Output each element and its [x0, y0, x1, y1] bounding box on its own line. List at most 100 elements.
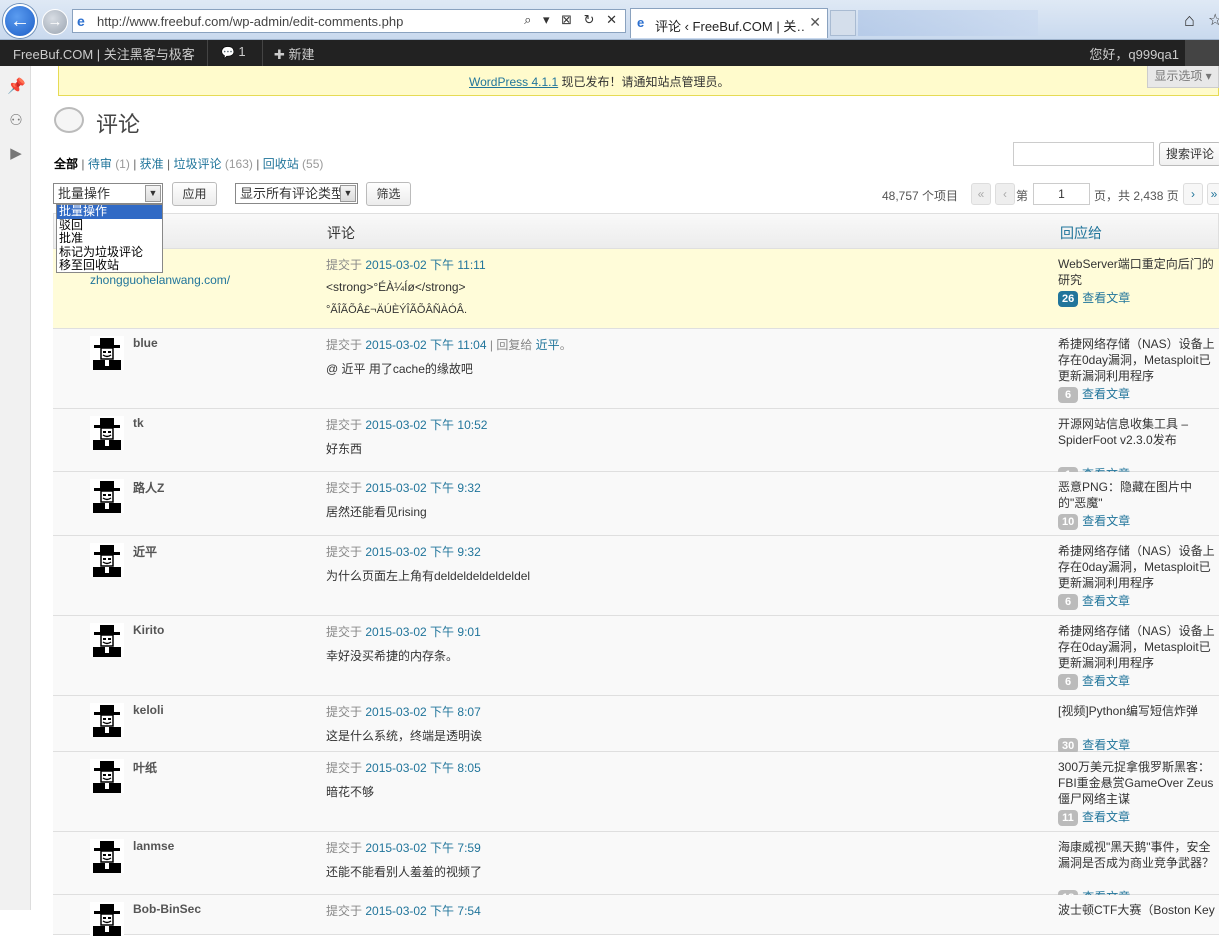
comment-count-badge[interactable]: 6 [1058, 387, 1078, 403]
response-post-title[interactable]: 希捷网络存储（NAS）设备上存在0day漏洞，Metasploit已更新漏洞利用… [1058, 543, 1219, 591]
comment-date-link[interactable]: 2015-03-02 下午 7:59 [365, 841, 480, 855]
comments-link[interactable]: 💬 1 [221, 44, 246, 59]
new-link[interactable]: ✚ 新建 [274, 44, 315, 63]
response-post-title[interactable]: 海康威视"黑天鹅"事件，安全漏洞是否成为商业竞争武器？ [1058, 839, 1219, 871]
chevron-down-icon[interactable]: ▼ [340, 185, 356, 202]
dropdown-option[interactable]: 批量操作 [57, 204, 162, 219]
back-button[interactable]: ← [3, 4, 37, 38]
chevron-down-icon[interactable]: ▼ [145, 185, 161, 202]
comment-row: 近平 提交于 2015-03-02 下午 9:32 为什么页面左上角有deldeld… [53, 536, 1219, 616]
star-icon[interactable]: ☆ [1208, 10, 1219, 30]
search-input[interactable] [1013, 142, 1154, 166]
column-response[interactable]: 回应给 [1060, 223, 1102, 243]
filter-trash[interactable]: 回收站 [263, 157, 299, 171]
dropdown-option[interactable]: 驳回 [57, 218, 162, 233]
dropdown-option[interactable]: 批准 [57, 231, 162, 246]
response-post-title[interactable]: 300万美元捉拿俄罗斯黑客：FBI重金悬赏GameOver Zeus僵尸网络主谋 [1058, 759, 1219, 807]
comment-author[interactable]: 近平 [133, 543, 157, 560]
prev-page-button[interactable]: ‹ [995, 183, 1015, 205]
comment-count-badge[interactable]: 26 [1058, 291, 1079, 307]
comment-date-link[interactable]: 2015-03-02 下午 10:52 [365, 418, 487, 432]
view-post-link[interactable]: 查看文章 [1082, 387, 1130, 401]
response-post-title[interactable]: 希捷网络存储（NAS）设备上存在0day漏洞，Metasploit已更新漏洞利用… [1058, 623, 1219, 671]
comment-author[interactable]: keloli [133, 703, 164, 717]
view-post-link[interactable]: 查看文章 [1082, 291, 1130, 305]
close-icon[interactable]: ✕ [809, 14, 821, 31]
filter-pending[interactable]: 待审 [88, 157, 112, 171]
response-post-title[interactable]: 恶意PNG：隐藏在图片中的"恶魔" [1058, 479, 1219, 511]
greeting[interactable]: 您好，q999qa1 [1089, 44, 1179, 63]
comment-author[interactable]: blue [133, 336, 158, 350]
play-icon[interactable]: ▶ [7, 145, 25, 163]
comment-count-badge[interactable]: 6 [1058, 594, 1078, 610]
comment-count-badge[interactable]: 6 [1058, 674, 1078, 690]
view-post-link[interactable]: 查看文章 [1082, 674, 1130, 688]
dropdown-option[interactable]: 移至回收站 [57, 258, 162, 273]
page-label: 第 [1016, 189, 1029, 203]
submitted-on: 提交于 2015-03-02 下午 8:05 [326, 759, 481, 776]
forward-button[interactable]: → [42, 9, 68, 35]
address-tools-icons[interactable]: ⌕ ▾ ⊠ ↻ ✕ [524, 12, 621, 28]
comments-count: 1 [238, 44, 246, 59]
tab-comments[interactable]: e 评论 ‹ FreeBuf.COM | 关… ✕ [630, 8, 828, 38]
view-post-link[interactable]: 查看文章 [1082, 810, 1130, 824]
bulk-actions-select[interactable]: 批量操作 ▼ [53, 183, 163, 204]
apply-button[interactable]: 应用 [172, 182, 217, 206]
tab-blurred[interactable] [858, 10, 1038, 36]
comment-author[interactable]: lanmse [133, 839, 174, 853]
filter-approved[interactable]: 获准 [140, 157, 164, 171]
comment-count-badge[interactable]: 10 [1058, 514, 1079, 530]
view-post-link[interactable]: 查看文章 [1082, 594, 1130, 608]
filter-all[interactable]: 全部 [54, 157, 78, 171]
current-page-input[interactable]: 1 [1033, 183, 1090, 205]
comment-date-link[interactable]: 2015-03-02 下午 8:05 [365, 761, 480, 775]
address-bar[interactable]: e http://www.freebuf.com/wp-admin/edit-c… [72, 9, 626, 33]
first-page-button[interactable]: « [971, 183, 991, 205]
response-post-title[interactable]: 希捷网络存储（NAS）设备上存在0day漏洞，Metasploit已更新漏洞利用… [1058, 336, 1219, 384]
response-post-title[interactable]: WebServer端口重定向后门的研究 [1058, 256, 1219, 288]
next-page-button[interactable]: › [1183, 183, 1203, 205]
filter-sep: | [81, 157, 85, 171]
new-tab-button[interactable] [830, 10, 856, 36]
author-url[interactable]: zhongguohelanwang.com/ [90, 273, 230, 287]
comment-author[interactable]: Kirito [133, 623, 164, 637]
dropdown-option[interactable]: 标记为垃圾评论 [57, 245, 162, 260]
response-post-title[interactable]: [视频]Python编写短信炸弹 [1058, 703, 1219, 719]
comment-date-link[interactable]: 2015-03-02 下午 7:54 [365, 904, 480, 918]
filter-button[interactable]: 筛选 [366, 182, 411, 206]
pin-icon[interactable]: 📌 [7, 78, 26, 96]
address-url[interactable]: http://www.freebuf.com/wp-admin/edit-com… [97, 14, 403, 29]
response-post-title[interactable]: 波士顿CTF大赛（Boston Key [1058, 902, 1219, 918]
filter-spam[interactable]: 垃圾评论 [174, 157, 222, 171]
update-notice: WordPress 4.1.1 现已发布！请通知站点管理员。 [58, 66, 1219, 96]
avatar [90, 543, 124, 577]
reply-to-link[interactable]: 近平 [536, 338, 560, 352]
users-icon[interactable]: ⚇ [7, 112, 25, 130]
comment-date-link[interactable]: 2015-03-02 下午 11:04 [365, 338, 486, 352]
comment-count-badge[interactable]: 11 [1058, 810, 1078, 826]
comment-date-link[interactable]: 2015-03-02 下午 9:32 [365, 545, 480, 559]
comment-date-link[interactable]: 2015-03-02 下午 9:01 [365, 625, 480, 639]
comment-date-link[interactable]: 2015-03-02 下午 8:07 [365, 705, 480, 719]
submitted-prefix: 提交于 [326, 481, 366, 495]
view-post-link[interactable]: 查看文章 [1082, 514, 1130, 528]
notice-text: WordPress 4.1.1 现已发布！请通知站点管理员。 [469, 73, 730, 90]
avatar[interactable] [1185, 40, 1219, 66]
site-name-link[interactable]: FreeBuf.COM | 关注黑客与极客 [13, 44, 195, 63]
search-comments-button[interactable]: 搜索评论 [1159, 142, 1219, 166]
screen-options-button[interactable]: 显示选项 ▾ [1147, 66, 1219, 88]
comment-row: zhongguohelanwang.com/提交于 2015-03-02 下午 … [53, 249, 1219, 329]
comment-type-select[interactable]: 显示所有评论类型 ▼ [235, 183, 358, 204]
notice-link[interactable]: WordPress 4.1.1 [469, 75, 558, 89]
home-icon[interactable]: ⌂ [1184, 10, 1195, 31]
comment-author[interactable]: tk [133, 416, 144, 430]
comment-author[interactable]: 叶纸 [133, 759, 157, 776]
comment-date-link[interactable]: 2015-03-02 下午 9:32 [365, 481, 480, 495]
comment-date-link[interactable]: 2015-03-02 下午 11:11 [365, 258, 485, 272]
response-post-title[interactable]: 开源网站信息收集工具 – SpiderFoot v2.3.0发布 [1058, 416, 1219, 448]
comment-author[interactable]: Bob-BinSec [133, 902, 201, 916]
avatar [90, 759, 124, 793]
view-post-link[interactable]: 查看文章 [1082, 738, 1130, 752]
last-page-button[interactable]: » [1207, 183, 1219, 205]
comment-author[interactable]: 路人Z [133, 479, 164, 496]
